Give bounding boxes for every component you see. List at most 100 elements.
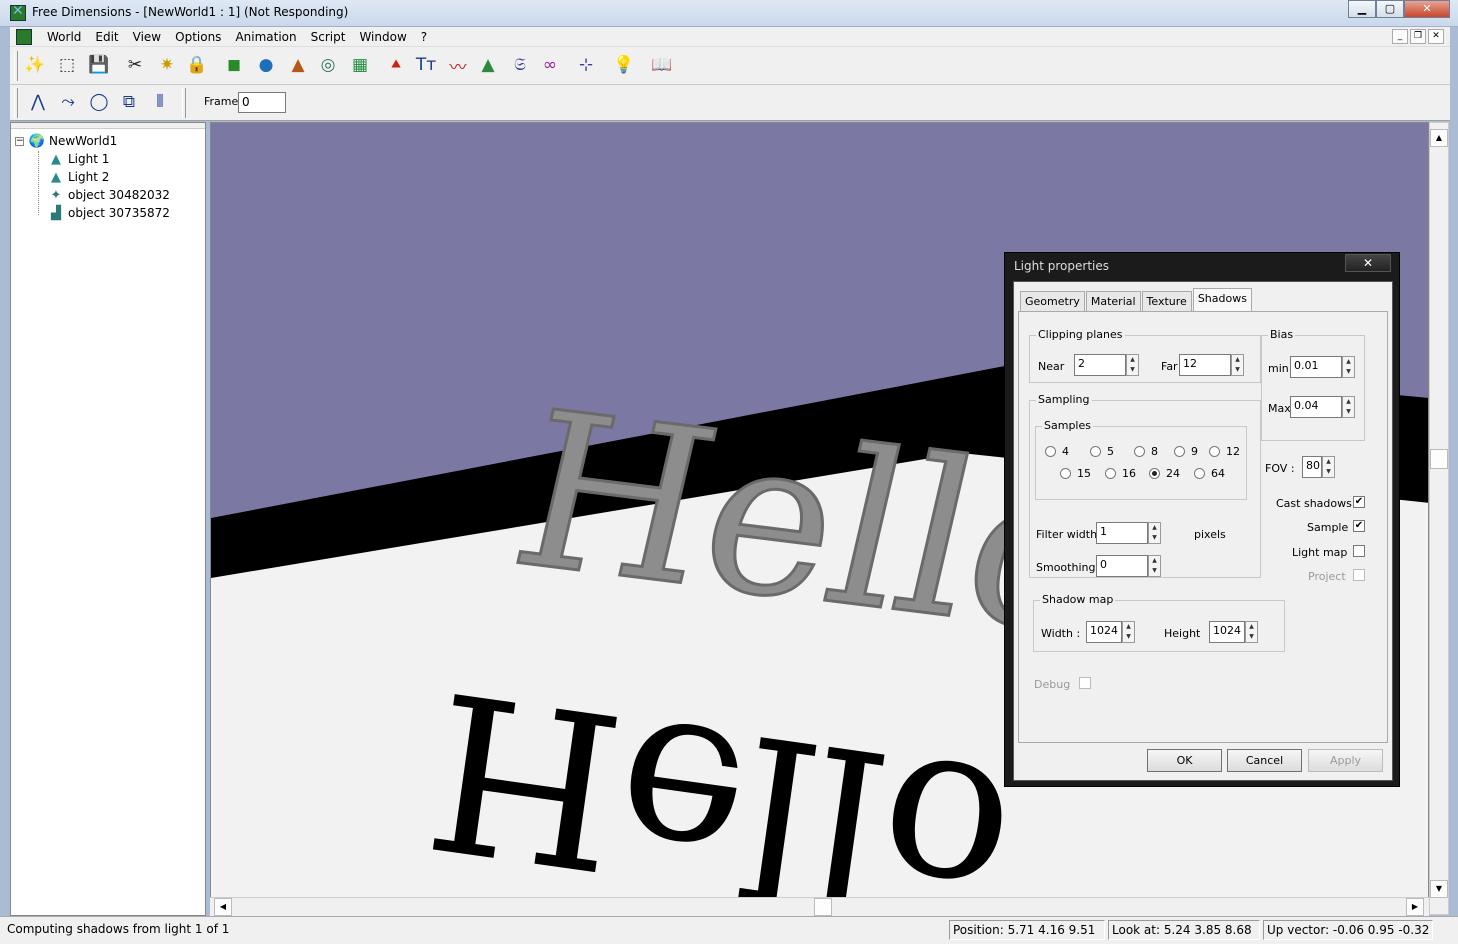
samples-radio-4[interactable]: 4 xyxy=(1045,445,1069,458)
axis-icon[interactable]: ⊹ xyxy=(574,53,598,77)
toolbar-grip[interactable] xyxy=(182,88,186,118)
spin-up-icon[interactable]: ▲ xyxy=(1149,523,1160,533)
spin-up-icon[interactable]: ▲ xyxy=(1232,355,1243,365)
mdi-close-button[interactable]: ✕ xyxy=(1428,29,1444,44)
curve-icon[interactable]: 〰 xyxy=(446,53,470,78)
dialog-close-button[interactable]: ✕ xyxy=(1345,254,1391,272)
samples-radio-12[interactable]: 12 xyxy=(1209,445,1240,458)
minimize-button[interactable]: ▁ xyxy=(1348,0,1376,18)
tree-item-object-1[interactable]: ✦ object 30482032 xyxy=(48,186,170,204)
project-checkbox[interactable] xyxy=(1353,569,1365,581)
cancel-button[interactable]: Cancel xyxy=(1227,749,1302,772)
bias-max-value[interactable]: 0.04 xyxy=(1290,396,1342,418)
scroll-right-arrow[interactable]: ▶ xyxy=(1406,898,1424,916)
torus-icon[interactable]: ◎ xyxy=(316,53,340,77)
scroll-down-arrow[interactable]: ▼ xyxy=(1430,880,1448,898)
scroll-up-arrow[interactable]: ▲ xyxy=(1430,129,1448,147)
scroll-left-arrow[interactable]: ◀ xyxy=(214,898,232,916)
box-color-icon[interactable]: ◼ xyxy=(222,53,246,77)
sphere-icon[interactable]: ● xyxy=(254,53,278,77)
spin-up-icon[interactable]: ▲ xyxy=(1323,457,1334,467)
samples-radio-5[interactable]: 5 xyxy=(1090,445,1114,458)
samples-radio-9[interactable]: 9 xyxy=(1174,445,1198,458)
light-map-checkbox[interactable] xyxy=(1353,545,1365,557)
spin-up-icon[interactable]: ▲ xyxy=(1343,357,1354,367)
samples-radio-16[interactable]: 16 xyxy=(1105,467,1136,480)
mdi-restore-button[interactable]: ❐ xyxy=(1410,29,1426,44)
bias-max-spinner[interactable]: 0.04 ▲ ▼ xyxy=(1290,396,1355,418)
spin-up-icon[interactable]: ▲ xyxy=(1246,622,1257,632)
extrude-icon[interactable]: ⧉ xyxy=(117,90,141,114)
tree-collapse-toggle[interactable]: − xyxy=(15,137,24,146)
menu-edit[interactable]: Edit xyxy=(88,30,125,44)
spin-up-icon[interactable]: ▲ xyxy=(1343,397,1354,407)
vertical-scrollbar[interactable]: ▲ ▼ xyxy=(1429,122,1449,915)
shadow-height-value[interactable]: 1024 xyxy=(1209,621,1245,643)
tree-item-world[interactable]: 🌍 NewWorld1 xyxy=(29,132,117,150)
menu-view[interactable]: View xyxy=(126,30,168,44)
document-icon[interactable] xyxy=(16,29,32,45)
tree-item-light-1[interactable]: ▲ Light 1 xyxy=(48,150,109,168)
smoothing-spinner[interactable]: 0 ▲ ▼ xyxy=(1096,555,1161,577)
shadow-height-spinner[interactable]: 1024 ▲ ▼ xyxy=(1209,621,1258,643)
sample-checkbox[interactable]: ✔ xyxy=(1353,520,1365,532)
horizontal-scrollbar[interactable]: ◀ ▶ xyxy=(210,897,1429,916)
mountain-icon[interactable]: ▲ xyxy=(476,53,500,77)
menu-script[interactable]: Script xyxy=(304,30,353,44)
menu-help[interactable]: ? xyxy=(414,30,434,44)
spin-up-icon[interactable]: ▲ xyxy=(1149,556,1160,566)
spin-down-icon[interactable]: ▼ xyxy=(1323,467,1334,477)
samples-radio-15[interactable]: 15 xyxy=(1060,467,1091,480)
fov-value[interactable]: 80 xyxy=(1302,456,1322,478)
spin-up-icon[interactable]: ▲ xyxy=(1123,622,1134,632)
samples-radio-24[interactable]: 24 xyxy=(1149,467,1180,480)
close-button[interactable]: ✕ xyxy=(1404,0,1450,18)
pyramid-icon[interactable]: ⯅ xyxy=(384,53,408,77)
sparkle-icon[interactable]: ✷ xyxy=(155,53,179,77)
scroll-thumb[interactable] xyxy=(814,898,832,916)
spin-down-icon[interactable]: ▼ xyxy=(1127,365,1138,375)
toolbar-grip[interactable] xyxy=(14,88,18,118)
loop-icon[interactable]: ∞ xyxy=(538,53,562,77)
save-icon[interactable]: 💾 xyxy=(87,53,111,77)
ok-button[interactable]: OK xyxy=(1147,749,1222,772)
tab-texture[interactable]: Texture xyxy=(1141,291,1192,311)
lock-icon[interactable]: 🔒 xyxy=(185,53,209,77)
fov-spinner[interactable]: 80 ▲ ▼ xyxy=(1302,456,1335,478)
filter-width-value[interactable]: 1 xyxy=(1096,522,1148,544)
grid-icon[interactable]: ▦ xyxy=(348,53,372,77)
shape-icon[interactable]: ◯ xyxy=(87,90,111,114)
filter-width-spinner[interactable]: 1 ▲ ▼ xyxy=(1096,522,1161,544)
frame-input[interactable]: 0 xyxy=(238,92,286,113)
spin-up-icon[interactable]: ▲ xyxy=(1127,355,1138,365)
spin-down-icon[interactable]: ▼ xyxy=(1149,533,1160,543)
menu-animation[interactable]: Animation xyxy=(228,30,303,44)
spin-down-icon[interactable]: ▼ xyxy=(1123,632,1134,642)
maximize-button[interactable]: ▢ xyxy=(1376,0,1404,18)
far-value[interactable]: 12 xyxy=(1179,354,1231,376)
menu-window[interactable]: Window xyxy=(352,30,413,44)
tab-shadows[interactable]: Shadows xyxy=(1192,288,1252,311)
cube-icon[interactable]: ⬚ xyxy=(55,53,79,77)
path-icon[interactable]: ⤳ xyxy=(56,90,80,114)
spin-down-icon[interactable]: ▼ xyxy=(1343,407,1354,417)
far-spinner[interactable]: 12 ▲ ▼ xyxy=(1179,354,1244,376)
tab-material[interactable]: Material xyxy=(1085,291,1141,311)
scroll-thumb[interactable] xyxy=(1430,449,1448,469)
samples-radio-64[interactable]: 64 xyxy=(1194,467,1225,480)
tree-item-object-2[interactable]: ▟ object 30735872 xyxy=(48,204,170,222)
helix-icon[interactable]: 𝔖 xyxy=(508,53,532,77)
tab-geometry[interactable]: Geometry xyxy=(1020,291,1085,311)
menu-world[interactable]: World xyxy=(40,30,88,44)
scene-tree[interactable]: − 🌍 NewWorld1 ▲ Light 1 ▲ Light 2 ✦ obje… xyxy=(10,122,206,916)
spin-down-icon[interactable]: ▼ xyxy=(1149,566,1160,576)
book-icon[interactable]: 📖 xyxy=(650,53,674,77)
spin-down-icon[interactable]: ▼ xyxy=(1232,365,1243,375)
debug-checkbox[interactable] xyxy=(1079,677,1091,689)
lathe-icon[interactable]: ⦀ xyxy=(148,90,172,114)
cone-icon[interactable]: ▲ xyxy=(286,53,310,77)
near-spinner[interactable]: 2 ▲ ▼ xyxy=(1074,354,1139,376)
near-value[interactable]: 2 xyxy=(1074,354,1126,376)
spin-down-icon[interactable]: ▼ xyxy=(1343,367,1354,377)
text-icon[interactable]: Tт xyxy=(414,53,438,77)
